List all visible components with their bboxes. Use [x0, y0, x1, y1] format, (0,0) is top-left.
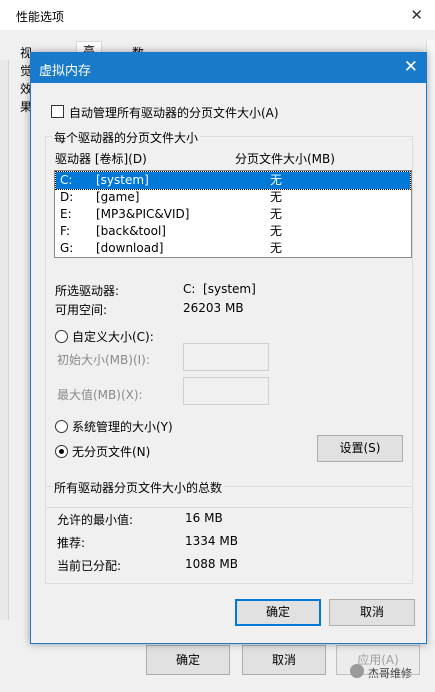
bg-window-title: 性能选项 — [16, 10, 65, 24]
drive-label: [MP3&PIC&VID] — [96, 207, 190, 221]
auto-manage-checkbox[interactable]: 自动管理所有驱动器的分页文件大小(A) — [51, 104, 279, 120]
ok-button[interactable]: 确定 — [235, 599, 321, 626]
set-button[interactable]: 设置(S) — [317, 435, 403, 462]
virtual-memory-dialog: 虚拟内存 ✕ 自动管理所有驱动器的分页文件大小(A) 每个驱动器的分页文件大小 … — [30, 52, 427, 644]
max-size-label: 最大值(MB)(X): — [57, 388, 143, 402]
max-size-input — [183, 377, 269, 405]
drive-size: 无 — [270, 173, 283, 187]
no-paging-radio[interactable]: 无分页文件(N) — [55, 443, 150, 460]
bg-ok-button[interactable]: 确定 — [146, 645, 230, 675]
no-paging-label: 无分页文件(N) — [72, 445, 151, 459]
bg-close-icon[interactable]: ✕ — [410, 6, 423, 24]
auto-manage-label: 自动管理所有驱动器的分页文件大小(A) — [69, 106, 279, 120]
checkbox-box[interactable] — [51, 105, 64, 118]
selected-drive-label: 所选驱动器: — [55, 284, 120, 298]
selected-drive-value: C: [system] — [183, 282, 256, 296]
watermark-text: 杰哥维修 — [368, 667, 412, 680]
radio-dot[interactable] — [55, 420, 68, 433]
drive-size: 无 — [270, 241, 283, 255]
drive-label: [system] — [96, 173, 149, 187]
min-allowed-value: 16 MB — [185, 511, 223, 525]
custom-size-radio[interactable]: 自定义大小(C): — [55, 328, 154, 345]
drive-row[interactable]: D: [game] 无 — [56, 189, 410, 206]
cancel-button[interactable]: 取消 — [329, 599, 415, 626]
drive-letter: G: — [60, 241, 74, 255]
initial-size-label: 初始大小(MB)(I): — [57, 353, 150, 367]
system-managed-radio[interactable]: 系统管理的大小(Y) — [55, 418, 173, 435]
custom-size-label: 自定义大小(C): — [72, 330, 154, 344]
initial-size-input — [183, 343, 269, 371]
system-managed-label: 系统管理的大小(Y) — [72, 420, 173, 434]
total-group-title: 所有驱动器分页文件大小的总数 — [52, 479, 225, 496]
bg-panel-edge-right — [426, 40, 435, 640]
close-icon[interactable]: ✕ — [404, 57, 418, 77]
column-drive: 驱动器 [卷标](D) — [55, 152, 147, 166]
column-size: 分页文件大小(MB) — [235, 152, 335, 166]
drive-list[interactable]: C: [system] 无 D: [game] 无 E: [MP3&PIC&VI… — [54, 170, 412, 258]
drive-label: [game] — [96, 190, 140, 204]
drive-size: 无 — [270, 207, 283, 221]
drive-row[interactable]: C: [system] 无 — [55, 171, 411, 190]
dialog-title: 虚拟内存 — [39, 64, 92, 79]
allocated-label: 当前已分配: — [57, 559, 122, 573]
drive-row[interactable]: E: [MP3&PIC&VID] 无 — [56, 206, 410, 223]
drive-row[interactable]: G: [download] 无 — [56, 240, 410, 257]
dialog-titlebar: 虚拟内存 ✕ — [31, 53, 426, 83]
bg-panel-edge-left — [0, 60, 9, 620]
bg-titlebar: 性能选项 ✕ — [0, 0, 435, 30]
drive-group-title: 每个驱动器的分页文件大小 — [52, 129, 201, 146]
radio-dot-checked[interactable] — [55, 445, 68, 458]
drive-letter: F: — [60, 224, 71, 238]
drive-letter: E: — [60, 207, 72, 221]
drive-row[interactable]: F: [back&tool] 无 — [56, 223, 410, 240]
drive-size: 无 — [270, 224, 283, 238]
drive-label: [download] — [96, 241, 164, 255]
radio-dot[interactable] — [55, 330, 68, 343]
drive-label: [back&tool] — [96, 224, 166, 238]
allocated-value: 1088 MB — [185, 557, 238, 571]
drive-size: 无 — [270, 190, 283, 204]
recommended-value: 1334 MB — [185, 534, 238, 548]
free-space-value: 26203 MB — [183, 301, 244, 315]
drive-letter: D: — [60, 190, 74, 204]
min-allowed-label: 允许的最小值: — [57, 513, 134, 527]
recommended-label: 推荐: — [57, 536, 86, 550]
watermark-logo-icon — [350, 664, 364, 678]
drive-letter: C: — [60, 173, 73, 187]
free-space-label: 可用空间: — [55, 303, 108, 317]
bg-cancel-button[interactable]: 取消 — [242, 645, 326, 675]
